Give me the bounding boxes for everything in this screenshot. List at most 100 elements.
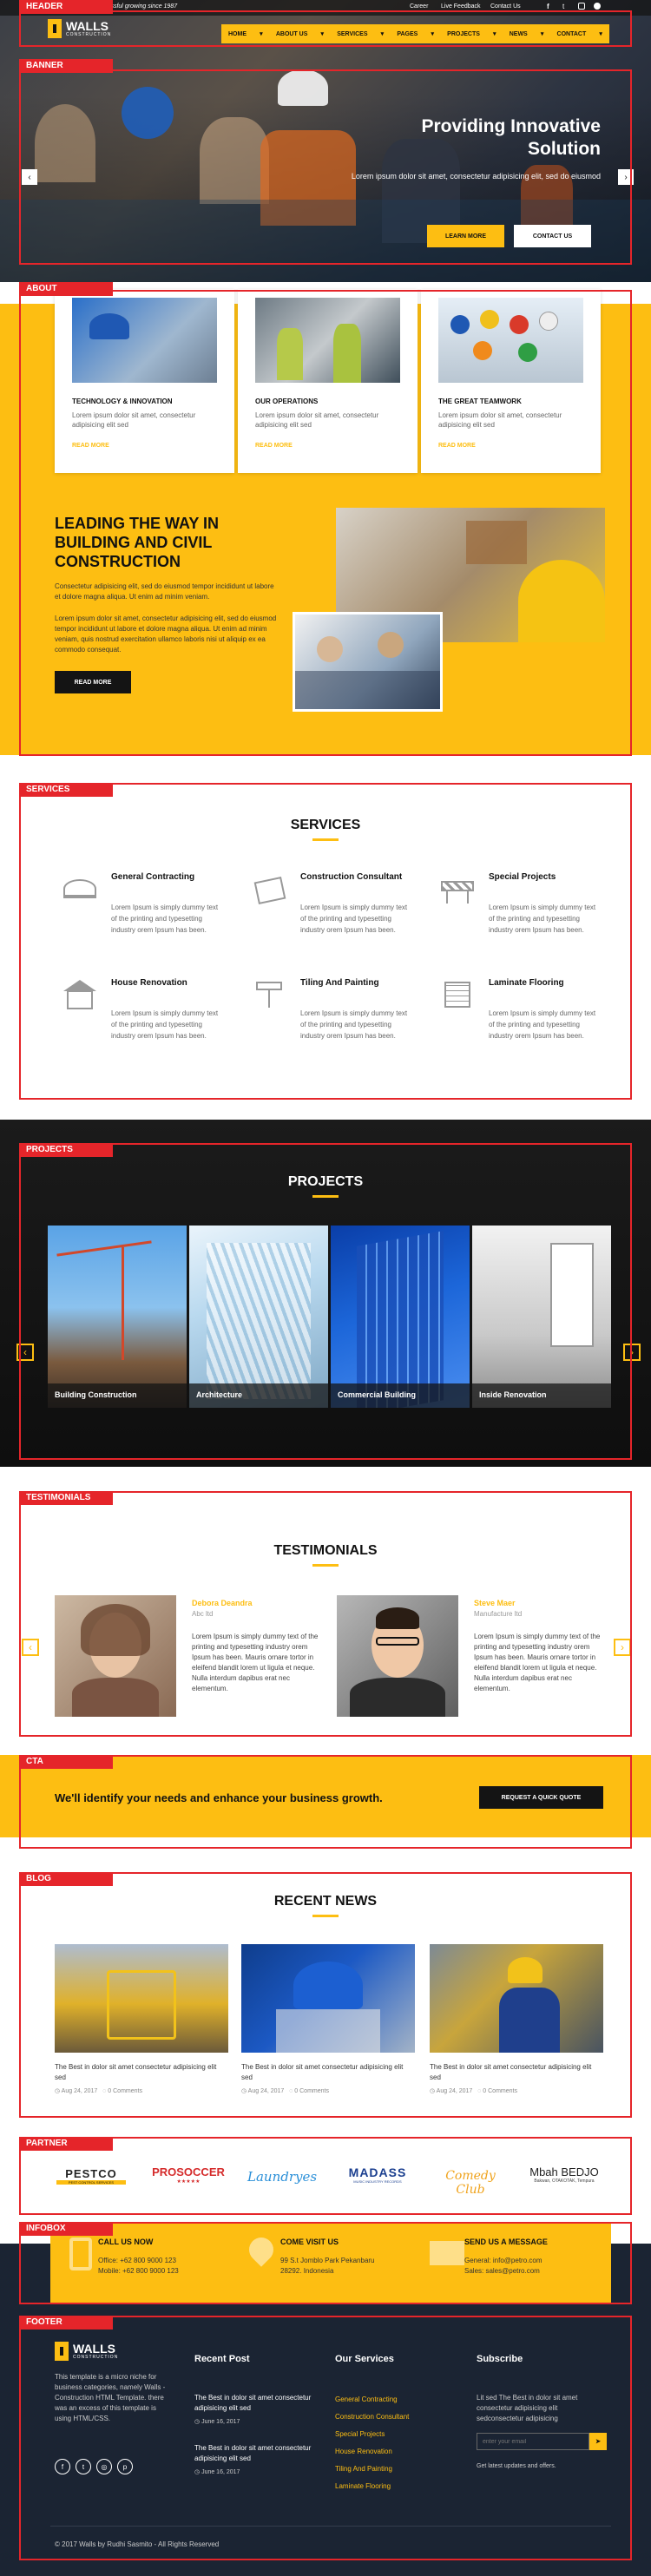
partner-logo[interactable]: Comedy Club (431, 2169, 510, 2197)
nav-projects[interactable]: PROJECTS (447, 31, 480, 37)
logo[interactable]: WALLS CONSTRUCTION (48, 19, 111, 38)
partner-sub: ★★★★★ (176, 2179, 201, 2185)
top-link-feedback[interactable]: Live Feedback (441, 3, 481, 10)
pinterest-icon[interactable] (594, 3, 601, 10)
testimonials-next-arrow-icon[interactable]: › (614, 1639, 631, 1656)
partner-logo[interactable]: MADASS MUSIC INDUSTRY RECORDS (339, 2165, 417, 2184)
partner-name: Comedy Club (445, 2169, 496, 2197)
subscribe-submit-arrow-icon[interactable]: ➤ (589, 2433, 607, 2450)
facebook-icon[interactable]: f (547, 3, 549, 10)
testimonial-photo (55, 1595, 176, 1717)
service-title: General Contracting (111, 872, 195, 882)
partner-logo[interactable]: PROSOCCER ★★★★★ (149, 2165, 227, 2185)
footer-subscribe-note: Get latest updates and offers. (477, 2463, 556, 2469)
twitter-icon[interactable]: t (562, 3, 564, 10)
nav-about[interactable]: ABOUT US (276, 31, 308, 37)
section-label-infobox: INFOBOX (19, 2222, 113, 2236)
about-image-meeting (293, 612, 443, 712)
testimonials-prev-arrow-icon[interactable]: ‹ (22, 1639, 39, 1656)
blog-image[interactable] (241, 1944, 415, 2053)
nav-services[interactable]: SERVICES (337, 31, 367, 37)
blog-title[interactable]: The Best in dolor sit amet consectetur a… (241, 2062, 415, 2083)
twitter-icon[interactable]: t (76, 2459, 91, 2474)
banner-next-arrow-icon[interactable]: › (618, 169, 634, 185)
top-link-career[interactable]: Career (410, 3, 428, 10)
top-link-contact[interactable]: Contact Us (490, 3, 521, 10)
chevron-down-icon: ▾ (599, 31, 602, 37)
about-card: THE GREAT TEAMWORK Lorem ipsum dolor sit… (421, 289, 601, 473)
nav-news[interactable]: NEWS (510, 31, 528, 37)
blog-comments: 0 Comments (294, 2088, 329, 2094)
project-card[interactable]: Inside Renovation (472, 1226, 611, 1408)
footer-service-link[interactable]: General Contracting (335, 2395, 398, 2403)
project-card[interactable]: Building Construction (48, 1226, 187, 1408)
about-para-2: Lorem ipsum dolor sit amet, consectetur … (55, 614, 277, 654)
nav-contact[interactable]: CONTACT (557, 31, 587, 37)
project-card[interactable]: Commercial Building (331, 1226, 470, 1408)
subscribe-email-input[interactable] (477, 2433, 589, 2450)
partner-logo[interactable]: PESTCO PEST CONTROL SERVICES (56, 2167, 126, 2185)
partner-logo[interactable]: Laundryes (247, 2169, 317, 2185)
instagram-icon[interactable]: ◎ (96, 2459, 112, 2474)
banner-title-line2: Solution (528, 139, 601, 159)
partner-logo[interactable]: Mbah BEDJO Bakwan, OTAKOTAK, Tempura (525, 2165, 603, 2184)
main-nav: HOME ▾ ABOUT US ▾ SERVICES ▾ PAGES ▾ PROJECT… (221, 24, 609, 43)
blog-title[interactable]: The Best in dolor sit amet consectetur a… (55, 2062, 228, 2083)
about-para-1: Consectetur adipisicing elit, sed do eiu… (55, 582, 274, 601)
service-title: Tiling And Painting (300, 978, 379, 988)
logo-mark-icon (48, 19, 62, 38)
pinterest-icon[interactable]: p (117, 2459, 133, 2474)
about-card-text: Lorem ipsum dolor sit amet, consectetur … (255, 411, 379, 429)
instagram-icon[interactable] (578, 3, 585, 10)
footer-service-link[interactable]: Construction Consultant (335, 2413, 409, 2421)
footer-logo-name: WALLS (73, 2342, 115, 2356)
blueprint-icon (253, 876, 286, 905)
about-card-read-more[interactable]: READ MORE (72, 443, 109, 449)
partner-name: Mbah BEDJO (529, 2165, 599, 2178)
service-text: Lorem Ipsum is simply dummy text of the … (300, 904, 408, 934)
footer-logo[interactable]: WALLS CONSTRUCTION (55, 2342, 118, 2361)
testimonials-heading-underline (312, 1564, 339, 1567)
about-card-read-more[interactable]: READ MORE (255, 443, 293, 449)
partner-name: Laundryes (247, 2169, 318, 2185)
house-icon (67, 990, 93, 1009)
footer-subscribe-title: Subscribe (477, 2354, 523, 2364)
infobox-line: 28292. Indonesia (280, 2267, 334, 2275)
project-caption: Building Construction (48, 1383, 187, 1408)
blog-image[interactable] (55, 1944, 228, 2053)
about-card-read-more[interactable]: READ MORE (438, 443, 476, 449)
blog-image[interactable] (430, 1944, 603, 2053)
footer-service-link[interactable]: Special Projects (335, 2430, 385, 2438)
about-read-more-button[interactable]: READ MORE (55, 671, 131, 693)
about-card-text: Lorem ipsum dolor sit amet, consectetur … (438, 411, 562, 429)
nav-pages[interactable]: PAGES (397, 31, 418, 37)
testimonial-name: Steve Maer (474, 1599, 516, 1607)
clock-icon: ◷ (194, 2469, 202, 2475)
project-card[interactable]: Architecture (189, 1226, 328, 1408)
facebook-icon[interactable]: f (55, 2459, 70, 2474)
footer-service-link[interactable]: House Renovation (335, 2448, 392, 2455)
partner-sub: MUSIC INDUSTRY RECORDS (353, 2179, 402, 2184)
service-title: Special Projects (489, 872, 556, 882)
footer-recent-post[interactable]: The Best in dolor sit amet consectetur a… (194, 2443, 316, 2464)
barrier-icon (441, 881, 474, 891)
projects-prev-arrow-icon[interactable]: ‹ (16, 1344, 34, 1361)
footer-service-link[interactable]: Tiling And Painting (335, 2465, 392, 2473)
blog-meta: ◷ Aug 24, 2017 ◌ 0 Comments (241, 2087, 329, 2094)
banner-prev-arrow-icon[interactable]: ‹ (22, 169, 37, 185)
blog-title[interactable]: The Best in dolor sit amet consectetur a… (430, 2062, 603, 2083)
helmet-icon (63, 879, 96, 898)
contact-us-button[interactable]: CONTACT US (514, 225, 591, 247)
blog-heading: RECENT NEWS (273, 1894, 378, 1909)
partner-sub: Bakwan, OTAKOTAK, Tempura (534, 2178, 595, 2184)
footer-logo-sub: CONSTRUCTION (73, 2355, 119, 2360)
learn-more-button[interactable]: LEARN MORE (427, 225, 504, 247)
nav-home[interactable]: HOME (228, 31, 247, 37)
footer-recent-post[interactable]: The Best in dolor sit amet consectetur a… (194, 2393, 316, 2414)
infobox-line: Mobile: +62 800 9000 123 (98, 2267, 179, 2275)
testimonial-photo (337, 1595, 458, 1717)
infobox-title: CALL US NOW (98, 2238, 154, 2246)
footer-service-link[interactable]: Laminate Flooring (335, 2482, 391, 2490)
request-quote-button[interactable]: REQUEST A QUICK QUOTE (479, 1786, 603, 1809)
projects-next-arrow-icon[interactable]: › (623, 1344, 641, 1361)
